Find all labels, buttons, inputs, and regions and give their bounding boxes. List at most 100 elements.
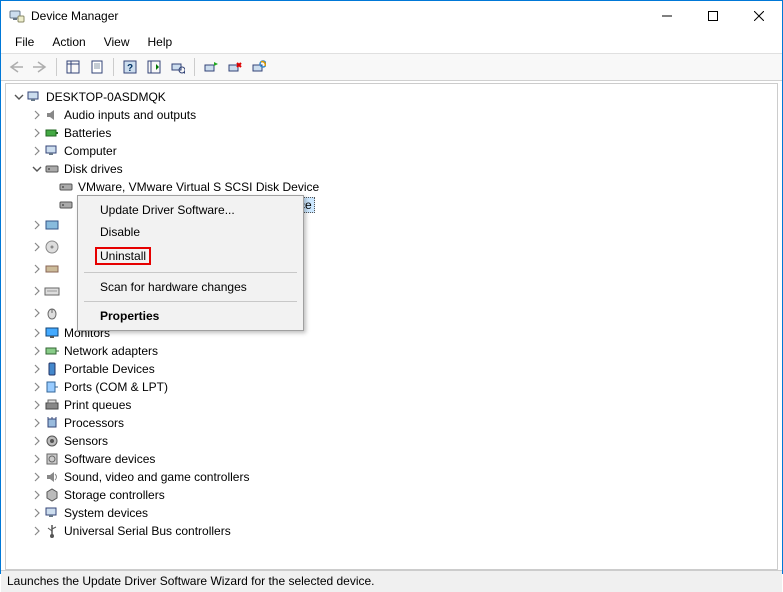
expand-icon[interactable] xyxy=(30,110,44,120)
tree-category[interactable]: System devices xyxy=(8,504,775,522)
category-label: Network adapters xyxy=(64,344,158,358)
window-title: Device Manager xyxy=(31,9,644,23)
tree-category[interactable]: Sound, video and game controllers xyxy=(8,468,775,486)
disk-icon xyxy=(58,197,74,213)
tree-category[interactable]: Software devices xyxy=(8,450,775,468)
expand-icon[interactable] xyxy=(30,490,44,500)
scan-hardware-button[interactable] xyxy=(167,56,189,78)
tree-category[interactable]: Batteries xyxy=(8,124,775,142)
properties-toolbar-button[interactable] xyxy=(86,56,108,78)
ctx-uninstall[interactable]: Uninstall xyxy=(80,243,301,269)
ctx-update-driver[interactable]: Update Driver Software... xyxy=(80,199,301,221)
ctx-disable[interactable]: Disable xyxy=(80,221,301,243)
expand-icon[interactable] xyxy=(30,472,44,482)
processor-icon xyxy=(44,415,60,431)
collapse-icon[interactable] xyxy=(30,164,44,174)
toolbar-separator xyxy=(56,58,57,76)
collapse-icon[interactable] xyxy=(12,92,26,102)
portable-icon xyxy=(44,361,60,377)
category-label: Print queues xyxy=(64,398,131,412)
action-toolbar-button[interactable] xyxy=(143,56,165,78)
tree-category[interactable]: Portable Devices xyxy=(8,360,775,378)
expand-icon[interactable] xyxy=(30,364,44,374)
menu-action[interactable]: Action xyxy=(44,33,93,51)
tree-category[interactable]: Processors xyxy=(8,414,775,432)
category-label: Sensors xyxy=(64,434,108,448)
expand-icon[interactable] xyxy=(30,382,44,392)
expand-icon[interactable] xyxy=(30,286,44,296)
show-hide-tree-button[interactable] xyxy=(62,56,84,78)
storage-controller-icon xyxy=(44,487,60,503)
window-controls xyxy=(644,1,782,31)
tree-category[interactable]: Computer xyxy=(8,142,775,160)
toolbar-separator xyxy=(194,58,195,76)
battery-icon xyxy=(44,125,60,141)
monitor-icon xyxy=(44,325,60,341)
tree-category[interactable]: Storage controllers xyxy=(8,486,775,504)
expand-icon[interactable] xyxy=(30,436,44,446)
expand-icon[interactable] xyxy=(30,128,44,138)
expand-icon[interactable] xyxy=(30,454,44,464)
category-label: Batteries xyxy=(64,126,111,140)
menu-file[interactable]: File xyxy=(7,33,42,51)
expand-icon[interactable] xyxy=(30,264,44,274)
display-adapter-icon xyxy=(44,217,60,233)
maximize-button[interactable] xyxy=(690,1,736,31)
disk-icon xyxy=(58,179,74,195)
device-label: VMware, VMware Virtual S SCSI Disk Devic… xyxy=(78,180,319,194)
category-label: Computer xyxy=(64,144,117,158)
ctx-properties[interactable]: Properties xyxy=(80,305,301,327)
tree-root-label: DESKTOP-0ASDMQK xyxy=(46,90,166,104)
context-menu: Update Driver Software... Disable Uninst… xyxy=(77,195,304,331)
expand-icon[interactable] xyxy=(30,508,44,518)
titlebar: Device Manager xyxy=(1,1,782,31)
expand-icon[interactable] xyxy=(30,220,44,230)
tree-category[interactable]: Print queues xyxy=(8,396,775,414)
dvd-icon xyxy=(44,239,60,255)
category-label: Software devices xyxy=(64,452,155,466)
expand-icon[interactable] xyxy=(30,400,44,410)
forward-button[interactable] xyxy=(29,56,51,78)
sound-icon xyxy=(44,469,60,485)
help-toolbar-button[interactable]: ? xyxy=(119,56,141,78)
expand-icon[interactable] xyxy=(30,146,44,156)
sensor-icon xyxy=(44,433,60,449)
system-device-icon xyxy=(44,505,60,521)
expand-icon[interactable] xyxy=(30,418,44,428)
disk-icon xyxy=(44,161,60,177)
ctx-scan[interactable]: Scan for hardware changes xyxy=(80,276,301,298)
keyboard-icon xyxy=(44,283,60,299)
expand-icon[interactable] xyxy=(30,328,44,338)
tree-root[interactable]: DESKTOP-0ASDMQK xyxy=(8,88,775,106)
tree-category[interactable]: Universal Serial Bus controllers xyxy=(8,522,775,540)
expand-icon[interactable] xyxy=(30,242,44,252)
expand-icon[interactable] xyxy=(30,526,44,536)
disable-toolbar-button[interactable] xyxy=(248,56,270,78)
back-button[interactable] xyxy=(5,56,27,78)
menu-view[interactable]: View xyxy=(96,33,138,51)
minimize-button[interactable] xyxy=(644,1,690,31)
category-label: Audio inputs and outputs xyxy=(64,108,196,122)
tree-category-disk[interactable]: Disk drives xyxy=(8,160,775,178)
audio-icon xyxy=(44,107,60,123)
uninstall-toolbar-button[interactable] xyxy=(224,56,246,78)
category-label: Processors xyxy=(64,416,124,430)
tree-category[interactable]: Network adapters xyxy=(8,342,775,360)
svg-text:?: ? xyxy=(127,63,133,74)
menu-help[interactable]: Help xyxy=(140,33,181,51)
category-label: Sound, video and game controllers xyxy=(64,470,249,484)
update-driver-toolbar-button[interactable] xyxy=(200,56,222,78)
tree-category[interactable]: Sensors xyxy=(8,432,775,450)
tree-category[interactable]: Ports (COM & LPT) xyxy=(8,378,775,396)
expand-icon[interactable] xyxy=(30,346,44,356)
ctx-uninstall-label: Uninstall xyxy=(95,247,151,265)
hid-icon xyxy=(44,261,60,277)
close-button[interactable] xyxy=(736,1,782,31)
tree-category[interactable]: Audio inputs and outputs xyxy=(8,106,775,124)
software-device-icon xyxy=(44,451,60,467)
expand-icon[interactable] xyxy=(30,308,44,318)
printer-icon xyxy=(44,397,60,413)
tree-device-item[interactable]: VMware, VMware Virtual S SCSI Disk Devic… xyxy=(8,178,775,196)
mouse-icon xyxy=(44,305,60,321)
category-label: Storage controllers xyxy=(64,488,165,502)
